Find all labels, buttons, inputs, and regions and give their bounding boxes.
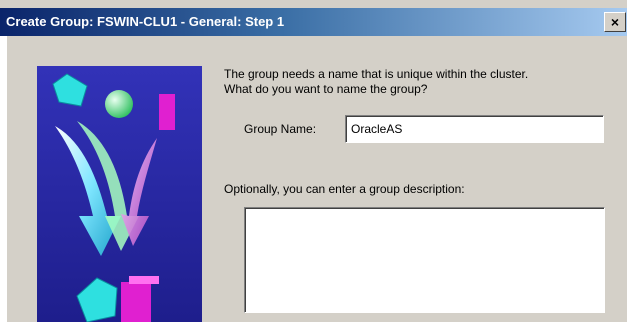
window-title: Create Group: FSWIN-CLU1 - General: Step… — [6, 14, 285, 29]
title-bar[interactable]: Create Group: FSWIN-CLU1 - General: Step… — [0, 8, 627, 36]
group-description-input[interactable] — [244, 207, 605, 313]
dialog-window: Create Group: FSWIN-CLU1 - General: Step… — [0, 0, 627, 322]
group-name-input[interactable] — [345, 115, 604, 143]
wizard-banner-icon — [37, 66, 202, 322]
close-icon: × — [610, 14, 620, 30]
left-edge — [0, 36, 7, 322]
description-label: Optionally, you can enter a group descri… — [224, 182, 465, 196]
group-name-label: Group Name: — [244, 122, 317, 136]
prompt-text: The group needs a name that is unique wi… — [224, 67, 529, 96]
close-button[interactable]: × — [604, 12, 626, 32]
